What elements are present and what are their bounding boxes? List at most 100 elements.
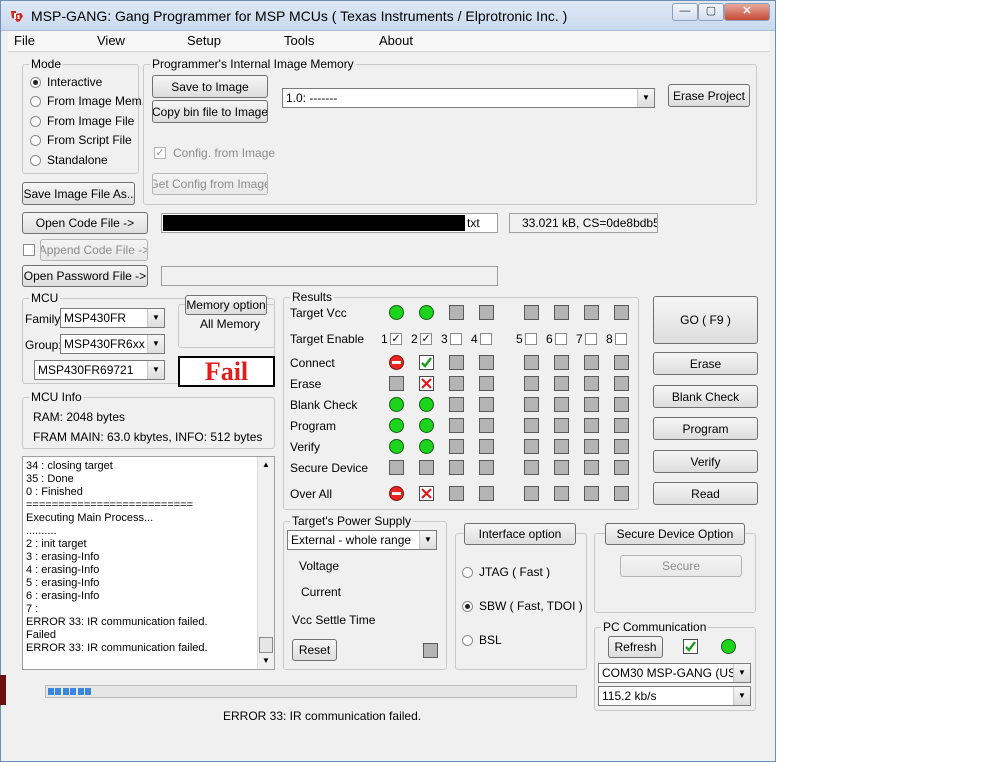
interface-radio-sbw[interactable]: SBW ( Fast, TDOI ) bbox=[462, 599, 583, 613]
menu-bar: File View Setup Tools About bbox=[8, 31, 770, 52]
group-select[interactable]: MSP430FR6xx ▼ bbox=[60, 334, 165, 354]
power-supply-label: Target's Power Supply bbox=[290, 514, 414, 528]
program-button[interactable]: Program bbox=[653, 417, 758, 440]
target-enable-checkbox-4[interactable] bbox=[480, 333, 492, 345]
com-port-select[interactable]: COM30 MSP-GANG (USB) ▼ bbox=[598, 663, 751, 683]
menu-file[interactable]: File bbox=[14, 33, 35, 48]
chevron-down-icon[interactable]: ▼ bbox=[147, 309, 164, 327]
progress-bar bbox=[45, 685, 577, 698]
enable-number: 7 bbox=[576, 332, 583, 346]
family-select[interactable]: MSP430FR ▼ bbox=[60, 308, 165, 328]
status-empty-indicator bbox=[554, 355, 569, 370]
status-empty-indicator bbox=[479, 376, 494, 391]
scroll-down-icon[interactable]: ▼ bbox=[262, 656, 270, 665]
get-config-button[interactable]: Get Config from Image bbox=[152, 173, 268, 195]
log-panel[interactable]: 34 : closing target 35 : Done 0 : Finishe… bbox=[22, 456, 275, 670]
status-empty-indicator bbox=[524, 418, 539, 433]
device-select[interactable]: MSP430FR69721 ▼ bbox=[34, 360, 165, 380]
copy-bin-to-image-button[interactable]: Copy bin file to Image bbox=[152, 100, 268, 123]
chevron-down-icon[interactable]: ▼ bbox=[419, 531, 436, 549]
log-line: 0 : Finished bbox=[26, 486, 83, 498]
radio-icon bbox=[30, 96, 41, 107]
scroll-thumb[interactable] bbox=[259, 637, 273, 653]
radio-icon bbox=[30, 155, 41, 166]
chevron-down-icon[interactable]: ▼ bbox=[733, 687, 750, 705]
read-button[interactable]: Read bbox=[653, 482, 758, 505]
target-enable-checkbox-5[interactable] bbox=[525, 333, 537, 345]
status-empty-indicator bbox=[419, 460, 434, 475]
mode-radio-interactive[interactable]: Interactive bbox=[30, 75, 102, 89]
interface-option-button[interactable]: Interface option bbox=[464, 523, 576, 545]
mode-radio-image-file[interactable]: From Image File bbox=[30, 114, 134, 128]
mode-radio-standalone[interactable]: Standalone bbox=[30, 153, 108, 167]
secure-device-option-button[interactable]: Secure Device Option bbox=[605, 523, 745, 545]
minimize-button[interactable]: — bbox=[672, 3, 698, 21]
status-empty-indicator bbox=[449, 397, 464, 412]
verify-button[interactable]: Verify bbox=[653, 450, 758, 473]
log-line: 35 : Done bbox=[26, 473, 74, 485]
target-enable-checkbox-1[interactable]: ✓ bbox=[390, 333, 402, 345]
menu-tools[interactable]: Tools bbox=[284, 33, 314, 48]
status-empty-indicator bbox=[584, 460, 599, 475]
chevron-down-icon[interactable]: ▼ bbox=[147, 335, 164, 353]
menu-about[interactable]: About bbox=[379, 33, 413, 48]
open-password-file-button[interactable]: Open Password File -> bbox=[22, 265, 148, 287]
save-image-file-button[interactable]: Save Image File As.. bbox=[22, 182, 135, 205]
memory-option-button[interactable]: Memory option bbox=[185, 295, 267, 315]
append-code-file-button[interactable]: Append Code File -> bbox=[40, 239, 148, 261]
target-enable-checkbox-7[interactable] bbox=[585, 333, 597, 345]
target-enable-checkbox-3[interactable] bbox=[450, 333, 462, 345]
power-supply-select[interactable]: External - whole range ▼ bbox=[287, 530, 437, 550]
log-scrollbar[interactable]: ▲ ▼ bbox=[257, 457, 274, 669]
main-window: MSP-GANG: Gang Programmer for MSP MCUs (… bbox=[0, 0, 776, 762]
menu-view[interactable]: View bbox=[97, 33, 125, 48]
config-from-image-checkbox[interactable]: ✓ bbox=[154, 147, 166, 159]
append-code-checkbox[interactable] bbox=[23, 244, 35, 256]
close-button[interactable]: ✕ bbox=[724, 3, 770, 21]
status-ok-icon bbox=[389, 397, 404, 412]
title-bar[interactable]: MSP-GANG: Gang Programmer for MSP MCUs (… bbox=[1, 1, 775, 31]
blank-check-button[interactable]: Blank Check bbox=[653, 385, 758, 408]
baud-rate-select[interactable]: 115.2 kb/s ▼ bbox=[598, 686, 751, 706]
erase-button[interactable]: Erase bbox=[653, 352, 758, 375]
mode-radio-image-mem[interactable]: From Image Mem. bbox=[30, 94, 145, 108]
reset-button[interactable]: Reset bbox=[292, 639, 337, 661]
chevron-down-icon[interactable]: ▼ bbox=[147, 361, 164, 379]
erase-project-button[interactable]: Erase Project bbox=[668, 84, 750, 107]
log-line: 2 : init target bbox=[26, 538, 87, 550]
open-code-file-button[interactable]: Open Code File -> bbox=[22, 212, 148, 234]
mode-radio-script-file[interactable]: From Script File bbox=[30, 133, 132, 147]
redacted-path bbox=[163, 215, 465, 231]
go-button[interactable]: GO ( F9 ) bbox=[653, 296, 758, 344]
code-file-info: 33.021 kB, CS=0de8bdb5 bbox=[509, 213, 658, 233]
target-enable-checkbox-6[interactable] bbox=[555, 333, 567, 345]
menu-setup[interactable]: Setup bbox=[187, 33, 221, 48]
target-enable-checkbox-8[interactable] bbox=[615, 333, 627, 345]
save-to-image-button[interactable]: Save to Image bbox=[152, 75, 268, 98]
refresh-button[interactable]: Refresh bbox=[608, 636, 663, 658]
chevron-down-icon[interactable]: ▼ bbox=[637, 89, 654, 107]
log-line: ========================== bbox=[26, 499, 194, 511]
progress-segment bbox=[77, 688, 84, 695]
status-empty-indicator bbox=[449, 460, 464, 475]
password-file-path bbox=[161, 266, 498, 286]
log-lines: 34 : closing target 35 : Done 0 : Finishe… bbox=[23, 460, 208, 655]
secure-button[interactable]: Secure bbox=[620, 555, 742, 577]
chevron-down-icon[interactable]: ▼ bbox=[733, 664, 750, 682]
status-ok-icon bbox=[389, 305, 404, 320]
target-enable-checkbox-2[interactable]: ✓ bbox=[420, 333, 432, 345]
maximize-button[interactable]: ▢ bbox=[698, 3, 724, 21]
status-empty-indicator bbox=[449, 486, 464, 501]
status-empty-indicator bbox=[524, 376, 539, 391]
image-select[interactable]: 1.0: ------- ▼ bbox=[282, 88, 655, 108]
status-ok-icon bbox=[389, 439, 404, 454]
status-empty-indicator bbox=[614, 355, 629, 370]
interface-radio-jtag[interactable]: JTAG ( Fast ) bbox=[462, 565, 550, 579]
log-line: 7 : bbox=[26, 603, 39, 615]
radio-icon bbox=[462, 601, 473, 612]
status-text: ERROR 33: IR communication failed. bbox=[223, 709, 422, 723]
status-empty-indicator bbox=[449, 305, 464, 320]
scroll-up-icon[interactable]: ▲ bbox=[262, 460, 270, 469]
status-ok-icon bbox=[419, 418, 434, 433]
interface-radio-bsl[interactable]: BSL bbox=[462, 633, 502, 647]
